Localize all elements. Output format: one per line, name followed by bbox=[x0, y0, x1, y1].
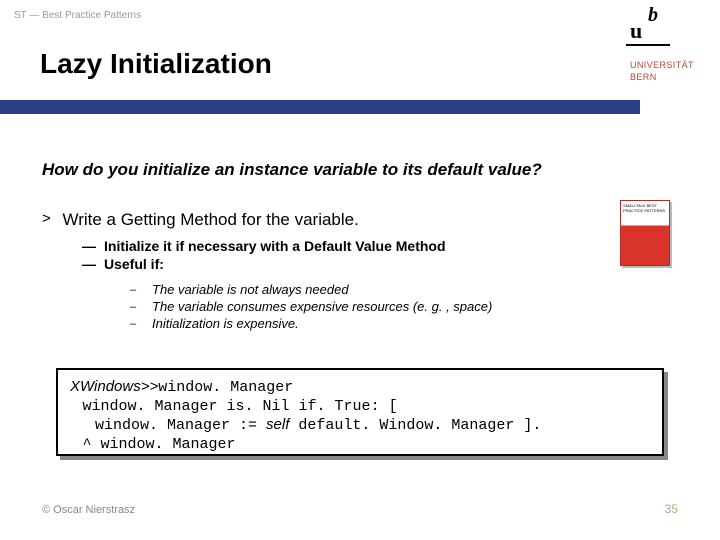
logo-b: b bbox=[648, 4, 658, 27]
bullet-endash: – bbox=[130, 282, 152, 296]
footer-copyright: © Oscar Nierstrasz bbox=[42, 504, 135, 516]
sub-list: — Initialize it if necessary with a Defa… bbox=[82, 238, 610, 274]
code-selector: window. Manager bbox=[158, 379, 293, 396]
list-item-text: The variable is not always needed bbox=[152, 282, 349, 297]
slide: ST — Best Practice Patterns Lazy Initial… bbox=[0, 0, 720, 540]
list-item: – The variable consumes expensive resour… bbox=[130, 299, 600, 314]
logo-universitat: UNIVERSITÄT bbox=[630, 60, 694, 70]
list-item: — Initialize it if necessary with a Defa… bbox=[82, 238, 610, 254]
page-number: 35 bbox=[665, 502, 678, 516]
slide-title: Lazy Initialization bbox=[40, 48, 272, 80]
bullet-dash: — bbox=[82, 256, 104, 272]
code-line: window. Manager is. Nil if. True: [ bbox=[83, 398, 398, 415]
bullet-endash: – bbox=[130, 316, 152, 330]
answer-text: Write a Getting Method for the variable. bbox=[62, 210, 358, 230]
code-keyword: self bbox=[266, 416, 289, 433]
book-cover-thumbnail: SMALLTALK BEST PRACTICE PATTERNS bbox=[620, 200, 670, 266]
subsub-list: – The variable is not always needed – Th… bbox=[130, 282, 600, 333]
list-item-text: Useful if: bbox=[104, 256, 164, 272]
list-item: – Initialization is expensive. bbox=[130, 316, 600, 331]
header-meta: ST — Best Practice Patterns bbox=[14, 10, 141, 21]
list-item: – The variable is not always needed bbox=[130, 282, 600, 297]
code-line: ^ window. Manager bbox=[83, 436, 236, 453]
bullet-dash: — bbox=[82, 238, 104, 254]
title-bar bbox=[0, 100, 640, 114]
logo-bern: BERN bbox=[630, 72, 657, 82]
list-item-text: Initialize it if necessary with a Defaul… bbox=[104, 238, 446, 254]
code-class: XWindows>> bbox=[70, 378, 158, 395]
list-item-text: Initialization is expensive. bbox=[152, 316, 299, 331]
book-title: SMALLTALK BEST PRACTICE PATTERNS bbox=[621, 201, 669, 215]
logo-underline bbox=[626, 44, 670, 46]
bullet-endash: – bbox=[130, 299, 152, 313]
code-line: default. Window. Manager ]. bbox=[289, 417, 541, 434]
list-item: — Useful if: bbox=[82, 256, 610, 272]
code-block: XWindows>>window. Manager window. Manage… bbox=[56, 368, 664, 456]
question-text: How do you initialize an instance variab… bbox=[42, 160, 680, 180]
answer-row: > Write a Getting Method for the variabl… bbox=[42, 210, 640, 230]
bullet-angle: > bbox=[42, 210, 58, 227]
list-item-text: The variable consumes expensive resource… bbox=[152, 299, 492, 314]
code-line: window. Manager := bbox=[95, 417, 266, 434]
university-logo: b u UNIVERSITÄT BERN bbox=[620, 0, 720, 100]
logo-u: u bbox=[630, 18, 642, 44]
